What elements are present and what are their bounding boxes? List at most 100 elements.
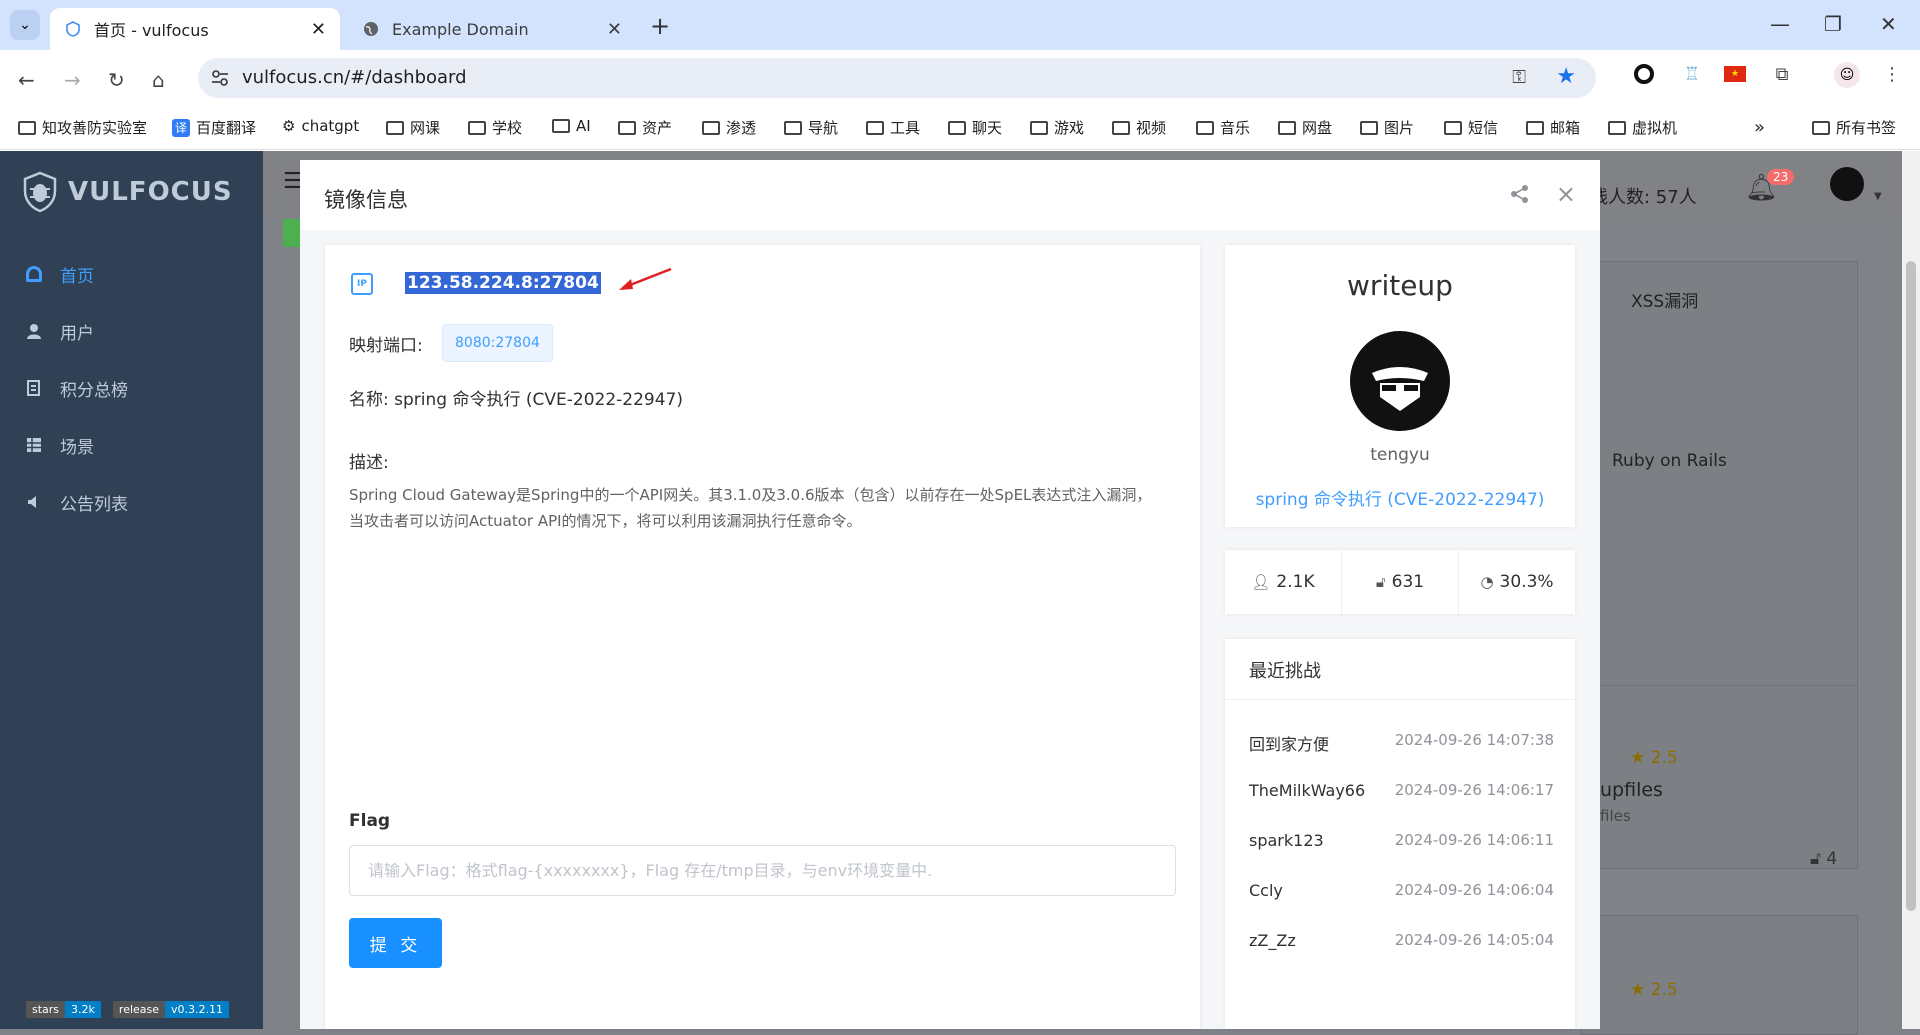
window-close-icon[interactable]: ✕ [1880, 12, 1897, 36]
stat-users: 👤︎ 2.1K [1225, 550, 1342, 614]
stat-solved: 🔓︎ 631 [1342, 550, 1459, 614]
extension-flag-icon[interactable]: ★ [1724, 66, 1746, 82]
folder-icon [618, 120, 636, 135]
bookmark-item[interactable]: 网课 [386, 117, 440, 138]
chevron-down-icon: ⌄ [19, 17, 31, 33]
bookmark-item[interactable]: 图片 [1360, 117, 1414, 138]
extension-translate-icon[interactable]: ♖ [1680, 62, 1704, 86]
dialog-close-icon[interactable]: × [1556, 180, 1576, 208]
caret-down-icon[interactable]: ▼ [1874, 191, 1882, 202]
all-bookmarks[interactable]: 所有书签 [1812, 117, 1896, 138]
sidebar-item-home[interactable]: 首页 [0, 246, 263, 302]
bookmark-item[interactable]: 虚拟机 [1608, 117, 1677, 138]
close-icon[interactable]: ✕ [311, 19, 326, 40]
extension-circle-icon[interactable] [1634, 64, 1654, 84]
description-label: 描述: [349, 453, 389, 473]
flag-input[interactable] [349, 845, 1176, 896]
recent-challenges-card: 最近挑战 回到家方便 2024-09-26 14:07:38 TheMilkWay… [1225, 639, 1575, 1029]
minimize-icon[interactable]: — [1770, 12, 1790, 36]
bookmark-item[interactable]: 音乐 [1196, 117, 1250, 138]
bookmark-item[interactable]: 工具 [866, 117, 920, 138]
tab-example-domain[interactable]: Example Domain ✕ [348, 8, 636, 50]
translate-icon: 译 [172, 118, 190, 137]
background-card [1580, 685, 1858, 869]
sidebar-item-announcements[interactable]: 公告列表 [0, 474, 263, 530]
folder-icon [552, 119, 570, 133]
menu-dots-icon[interactable]: ⋮ [1880, 62, 1904, 86]
bookmark-item[interactable]: ⚙ chatgpt [282, 117, 359, 135]
home-icon[interactable]: ⌂ [152, 68, 165, 92]
bookmark-item[interactable]: 短信 [1444, 117, 1498, 138]
notification-badge: 23 [1767, 169, 1795, 185]
folder-icon [866, 120, 884, 135]
more-bookmarks-button[interactable]: » [1754, 117, 1765, 138]
list-item: zZ_Zz 2024-09-26 14:05:04 [1249, 931, 1554, 950]
bookmark-item[interactable]: 网盘 [1278, 117, 1332, 138]
reload-icon[interactable]: ↻ [108, 68, 125, 92]
tab-search-button[interactable]: ⌄ [10, 10, 40, 40]
password-key-icon[interactable]: ⚿ [1512, 67, 1526, 88]
sidebar-item-scenes[interactable]: 场景 [0, 417, 263, 473]
background-card [1580, 261, 1858, 701]
bookmark-item[interactable]: AI [552, 117, 591, 135]
port-tag: 8080:27804 [442, 324, 553, 362]
bookmark-item[interactable]: 邮箱 [1526, 117, 1580, 138]
new-tab-button[interactable]: + [650, 12, 670, 40]
logo-text: VULFOCUS [68, 177, 233, 207]
recent-title: 最近挑战 [1249, 661, 1321, 682]
bookmark-item[interactable]: 视频 [1112, 117, 1166, 138]
address-bar[interactable]: vulfocus.cn/#/dashboard ⚿ ★ [198, 58, 1596, 98]
description-text: Spring Cloud Gateway是Spring中的一个API网关。其3.… [349, 486, 1152, 530]
image-info-dialog: 镜像信息 × IP 123.58.224.8:27804 映射端口: 8080:… [300, 160, 1600, 1029]
extensions-puzzle-icon[interactable]: ⧉ [1770, 62, 1794, 86]
bookmark-item[interactable]: 聊天 [948, 117, 1002, 138]
bookmark-item[interactable]: 渗透 [702, 117, 756, 138]
stars-badge[interactable]: stars 3.2k [26, 1001, 101, 1018]
page-scrollbar[interactable] [1902, 151, 1920, 1029]
image-details-panel: IP 123.58.224.8:27804 映射端口: 8080:27804 名… [325, 245, 1200, 1029]
tab-bar: ⌄ 首页 - vulfocus ✕ Example Domain ✕ + — ❐… [0, 0, 1920, 50]
forward-icon[interactable]: → [64, 68, 81, 92]
speaker-icon [26, 494, 42, 510]
ip-address[interactable]: 123.58.224.8:27804 [405, 272, 601, 294]
browser-chrome: ⌄ 首页 - vulfocus ✕ Example Domain ✕ + — ❐… [0, 0, 1920, 151]
close-icon[interactable]: ✕ [607, 19, 622, 40]
sidebar-item-users[interactable]: 用户 [0, 303, 263, 359]
folder-icon [1196, 120, 1214, 135]
folder-icon [1112, 120, 1130, 135]
dialog-body: IP 123.58.224.8:27804 映射端口: 8080:27804 名… [300, 230, 1600, 1029]
openai-icon: ⚙ [282, 117, 296, 135]
stats-card: 👤︎ 2.1K 🔓︎ 631 ◔ 30.3% [1225, 550, 1575, 614]
folder-icon [1278, 120, 1296, 135]
port-label: 映射端口: [349, 336, 423, 356]
sidebar-item-ranking[interactable]: 积分总榜 [0, 360, 263, 416]
site-info-icon[interactable] [210, 68, 230, 88]
submit-button[interactable]: 提 交 [349, 918, 442, 968]
bookmark-item[interactable]: 学校 [468, 117, 522, 138]
folder-icon [784, 120, 802, 135]
writeup-card: writeup tengyu spring 命令执行 (CVE-2022-229… [1225, 245, 1575, 527]
folder-icon [386, 120, 404, 135]
back-icon[interactable]: ← [18, 68, 35, 92]
bookmark-item[interactable]: 导航 [784, 117, 838, 138]
bookmark-item[interactable]: 知攻善防实验室 [18, 117, 147, 138]
restore-icon[interactable]: ❐ [1824, 12, 1842, 36]
bookmark-item[interactable]: 译百度翻译 [172, 117, 256, 138]
bookmark-item[interactable]: 资产 [618, 117, 672, 138]
share-icon[interactable] [1510, 184, 1530, 204]
scrollbar-thumb[interactable] [1906, 261, 1916, 911]
profile-avatar-icon[interactable]: ☺ [1834, 62, 1860, 88]
bookmark-item[interactable]: 游戏 [1030, 117, 1084, 138]
bookmark-star-icon[interactable]: ★ [1556, 64, 1576, 89]
writeup-link[interactable]: spring 命令执行 (CVE-2022-22947) [1225, 485, 1575, 510]
tab-title: 首页 - vulfocus [94, 21, 209, 40]
tab-vulfocus[interactable]: 首页 - vulfocus ✕ [50, 8, 340, 50]
writeup-author-avatar [1350, 331, 1450, 431]
writeup-author: tengyu [1370, 445, 1430, 465]
pie-chart-icon: ◔ [1480, 573, 1494, 591]
folder-icon [1812, 120, 1830, 135]
folder-icon [1360, 120, 1378, 135]
folder-icon [1444, 120, 1462, 135]
release-badge[interactable]: release v0.3.2.11 [112, 1001, 230, 1018]
user-avatar[interactable] [1830, 167, 1864, 201]
